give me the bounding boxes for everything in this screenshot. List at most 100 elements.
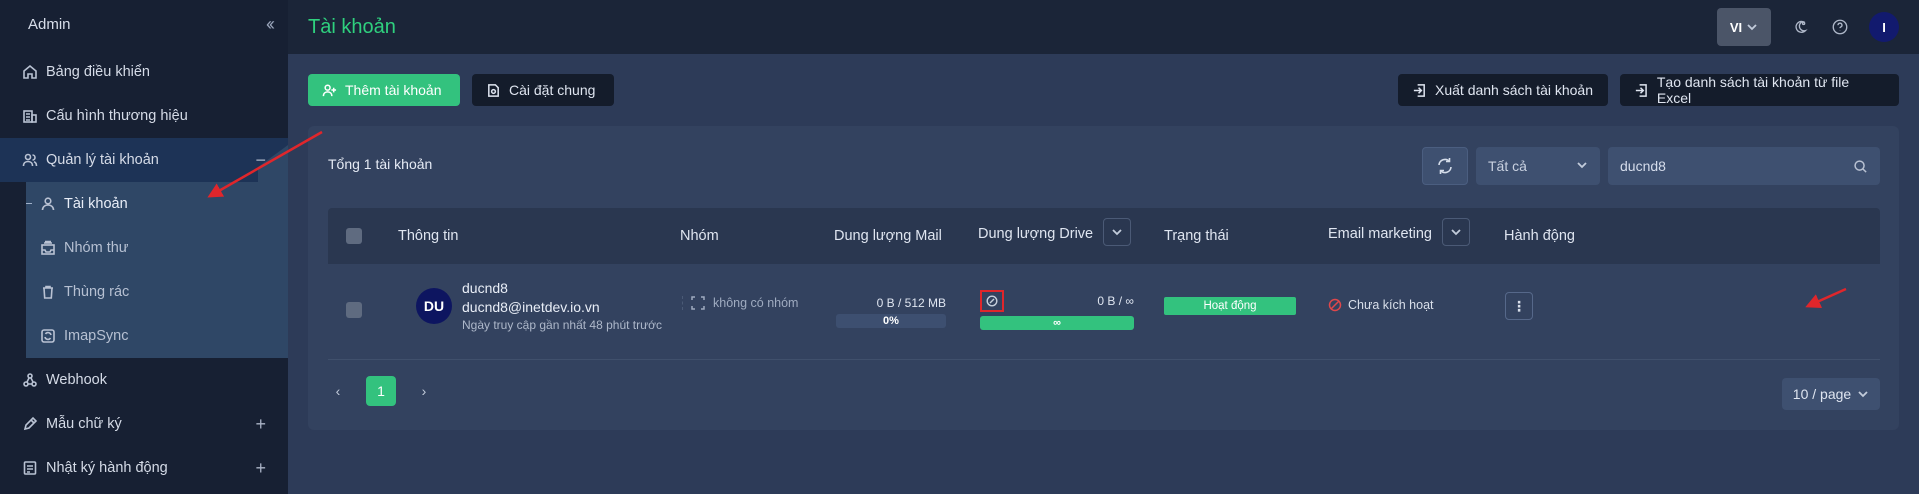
add-account-button[interactable]: Thêm tài khoản [308,74,460,106]
username[interactable]: ducnd8 [462,280,662,296]
expand-frame-icon [691,296,705,310]
header-action: Hành động [1504,228,1575,244]
drive-quota-text: 0 B / ∞ [1097,294,1134,308]
email-marketing-column-dropdown[interactable] [1441,218,1470,246]
header-status: Trạng thái [1164,228,1229,244]
sidebar-title: Admin [28,15,71,33]
building-icon [22,108,38,124]
chevron-down-icon [1576,158,1588,174]
next-page-icon[interactable]: › [414,383,434,399]
log-icon [22,460,38,476]
export-icon [1413,83,1425,97]
sidebar-header: Admin ‹‹ [0,0,288,48]
double-chevron-left-icon[interactable]: ‹‹ [266,14,275,35]
vertical-dots-icon: ⋮ [1512,297,1526,314]
page-size-select[interactable]: 10 / page [1782,378,1880,410]
avatar[interactable]: I [1869,12,1899,42]
drive-quota-cell: 0 B / ∞ ∞ [980,290,1134,330]
row-checkbox[interactable] [346,302,362,318]
inbox-stack-icon [40,240,56,256]
sidebar-item-account-management[interactable]: Quản lý tài khoản − [0,138,288,182]
drive-quota-bar: ∞ [980,316,1134,330]
mail-quota-cell: 0 B / 512 MB 0% [836,296,946,328]
expand-icon[interactable]: + [255,458,266,479]
theme-toggle-icon[interactable] [1789,16,1811,38]
top-bar: Tài khoản VI I [288,0,1919,54]
refresh-icon [1438,158,1452,174]
search-input[interactable] [1620,158,1853,174]
user-icon [40,196,56,212]
status-filter-select[interactable]: Tất cả [1476,147,1600,185]
drive-detail-icon[interactable] [980,290,1004,312]
header-mail-quota: Dung lượng Mail [834,228,942,244]
accounts-card: Tổng 1 tài khoản Tất cả Thông tin Nhóm D… [308,126,1899,430]
sidebar-submenu: Tài khoản Nhóm thư Thùng rác ImapSync [26,182,288,358]
trash-icon [40,284,56,300]
sidebar-item-label: Cấu hình thương hiệu [46,108,188,124]
mail-quota-bar: 0% [836,314,946,328]
mail-quota-percent: 0% [883,315,899,327]
page-number-current[interactable]: 1 [366,376,396,406]
language-value: VI [1729,19,1743,35]
select-all-checkbox[interactable] [346,228,362,244]
sidebar-subitem-imapsync[interactable]: ImapSync [26,314,288,358]
status-badge: Hoạt động [1164,297,1296,315]
sidebar-item-label: Mẫu chữ ký [46,416,122,432]
sidebar-item-label: Bảng điều khiển [46,64,150,80]
chevron-down-icon [1857,388,1869,400]
email-marketing-status: Chưa kích hoạt [1328,298,1434,312]
export-accounts-button[interactable]: Xuất danh sách tài khoản [1398,74,1608,106]
sidebar-item-label: Quản lý tài khoản [46,152,159,168]
sidebar-item-signature[interactable]: Mẫu chữ ký + [0,402,288,446]
expand-icon[interactable]: + [255,414,266,435]
more-actions-button[interactable]: ⋮ [1505,292,1533,320]
sidebar-item-label: Webhook [46,372,107,388]
help-icon[interactable] [1829,16,1851,38]
header-email-marketing: Email marketing [1328,218,1470,246]
chevron-down-icon [1746,21,1758,33]
users-icon [22,152,38,168]
header-drive-quota: Dung lượng Drive [978,218,1132,246]
sidebar-item-action-log[interactable]: Nhật ký hành động + [0,446,288,490]
mail-quota-text: 0 B / 512 MB [876,296,946,310]
add-user-icon [322,84,337,96]
settings-doc-icon [488,83,499,97]
sidebar-subitem-accounts[interactable]: Tài khoản [26,182,288,226]
pen-icon [22,416,38,432]
import-icon [1635,83,1647,97]
avatar: DU [416,288,452,324]
pagination: ‹ 1 › [328,376,434,406]
drive-quota-label: ∞ [1053,317,1061,329]
sidebar-subitem-trash[interactable]: Thùng rác [26,270,288,314]
webhook-icon [22,372,38,388]
sidebar-item-label: Nhóm thư [64,240,129,256]
sidebar-item-webhook[interactable]: Webhook [0,358,288,402]
header-info: Thông tin [398,228,459,244]
sidebar-subitem-mail-groups[interactable]: Nhóm thư [26,226,288,270]
sync-icon [40,328,56,344]
prev-page-icon[interactable]: ‹ [328,383,348,399]
header-group: Nhóm [680,228,719,244]
search-box [1608,147,1880,185]
sidebar-item-label: Tài khoản [64,196,128,212]
last-access: Ngày truy cập gần nhất 48 phút trước [462,318,663,332]
language-select[interactable]: VI [1717,8,1771,46]
refresh-button[interactable] [1422,147,1468,185]
user-email: ducnd8@inetdev.io.vn [462,299,600,315]
drive-column-dropdown[interactable] [1103,218,1132,246]
sidebar-item-label: Thùng rác [64,284,130,300]
search-icon[interactable] [1853,159,1868,174]
sidebar-item-label: ImapSync [64,328,129,344]
sidebar-item-branding[interactable]: Cấu hình thương hiệu [0,94,288,138]
sidebar-item-dashboard[interactable]: Bảng điều khiển [0,50,288,94]
home-icon [22,64,38,80]
user-info: ducnd8 ducnd8@inetdev.io.vn Ngày truy cậ… [462,280,662,332]
import-excel-button[interactable]: Tạo danh sách tài khoản từ file Excel [1620,74,1899,106]
group-cell: không có nhóm [682,296,798,310]
table-header: Thông tin Nhóm Dung lượng Mail Dung lượn… [328,208,1880,264]
general-settings-button[interactable]: Cài đặt chung [472,74,614,106]
page-title: Tài khoản [308,15,396,38]
total-count: Tổng 1 tài khoản [328,156,433,172]
sidebar: Admin ‹‹ Bảng điều khiển Cấu hình thương… [0,0,288,494]
sidebar-item-label: Nhật ký hành động [46,460,168,476]
